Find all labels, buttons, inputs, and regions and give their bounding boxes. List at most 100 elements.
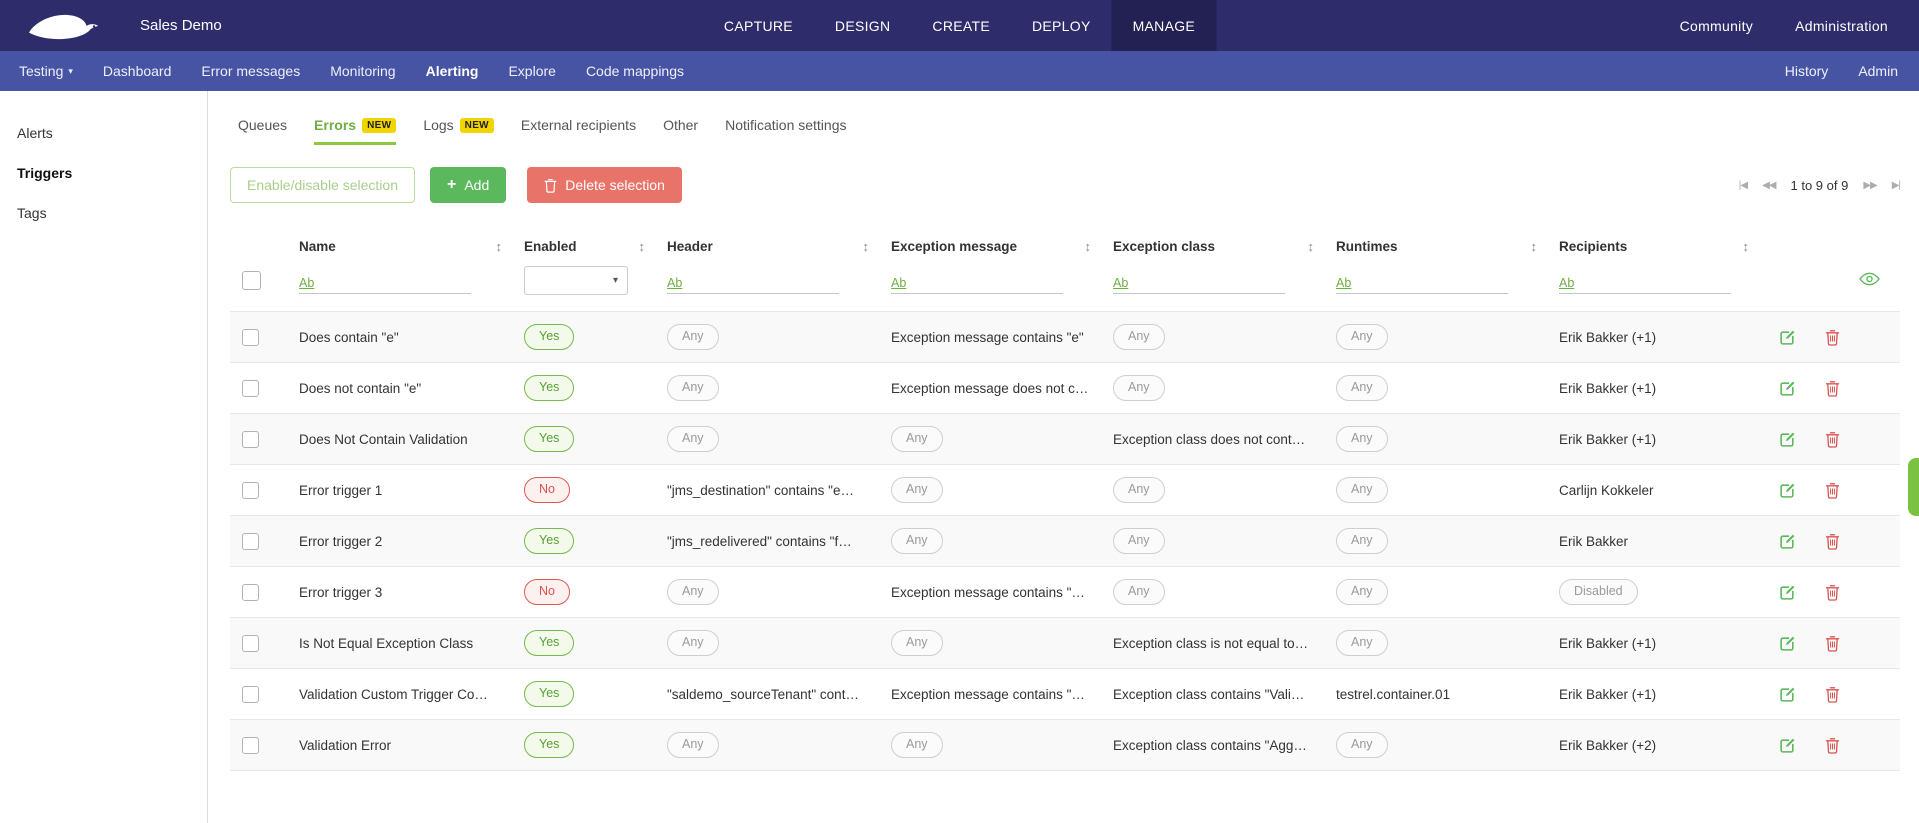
sort-icon[interactable]: ↕ <box>639 239 646 254</box>
delete-icon[interactable] <box>1825 737 1840 754</box>
filter-input-header[interactable] <box>689 275 839 293</box>
cell-exception-class: Exception class contains "Vali… <box>1103 669 1326 720</box>
subnav-monitoring[interactable]: Monitoring <box>315 51 410 91</box>
tab-queues[interactable]: Queues <box>238 117 287 145</box>
sort-icon[interactable]: ↕ <box>496 239 503 254</box>
top-menu-manage[interactable]: MANAGE <box>1111 0 1217 51</box>
row-checkbox[interactable] <box>242 379 259 397</box>
edit-icon[interactable] <box>1779 482 1796 499</box>
row-checkbox[interactable] <box>242 532 259 550</box>
delete-icon[interactable] <box>1825 380 1840 397</box>
cell-enabled: No <box>514 465 657 516</box>
subnav-label: Testing <box>19 63 64 79</box>
sidebar-item-triggers[interactable]: Triggers <box>0 153 207 193</box>
tab-notification-settings[interactable]: Notification settings <box>725 117 846 145</box>
top-menu-create[interactable]: CREATE <box>911 0 1011 51</box>
delete-icon[interactable] <box>1825 431 1840 448</box>
row-checkbox[interactable] <box>242 583 259 601</box>
filter-mode-link[interactable]: Ab <box>1559 276 1574 293</box>
sort-icon[interactable]: ↕ <box>1743 239 1750 254</box>
col-header-exception-message: Exception message ↕ <box>881 227 1103 258</box>
sort-icon[interactable]: ↕ <box>1531 239 1538 254</box>
row-checkbox[interactable] <box>242 685 259 703</box>
enabled-filter-select[interactable]: ▾ <box>524 266 628 295</box>
any-pill: Any <box>891 528 943 554</box>
top-menu-deploy[interactable]: DEPLOY <box>1011 0 1112 51</box>
filter-mode-link[interactable]: Ab <box>1336 276 1351 293</box>
sort-icon[interactable]: ↕ <box>1308 239 1315 254</box>
column-visibility-eye-icon[interactable] <box>1859 272 1880 286</box>
filter-mode-link[interactable]: Ab <box>299 276 314 293</box>
select-all-checkbox[interactable] <box>242 271 261 290</box>
top-menu-community[interactable]: Community <box>1659 0 1775 51</box>
first-page-button[interactable]: |◀ <box>1739 180 1748 191</box>
top-menu-administration[interactable]: Administration <box>1774 0 1909 51</box>
edge-scroll-handle[interactable] <box>1908 458 1919 516</box>
subnav-label: Code mappings <box>585 63 684 79</box>
filter-input-runtimes[interactable] <box>1358 275 1508 293</box>
subnav-dashboard[interactable]: Dashboard <box>88 51 187 91</box>
row-checkbox[interactable] <box>242 430 259 448</box>
edit-icon[interactable] <box>1779 329 1796 346</box>
col-label: Enabled <box>524 239 577 254</box>
subnav-explore[interactable]: Explore <box>493 51 570 91</box>
last-page-button[interactable]: ▶| <box>1892 180 1901 191</box>
brand-title: Sales Demo <box>140 17 222 34</box>
top-menu-capture[interactable]: CAPTURE <box>703 0 814 51</box>
add-button[interactable]: + Add <box>430 167 507 203</box>
subnav-alerting[interactable]: Alerting <box>411 51 494 91</box>
sidebar-item-alerts[interactable]: Alerts <box>0 113 207 153</box>
tab-errors[interactable]: Errors NEW <box>314 117 397 145</box>
tab-external-recipients[interactable]: External recipients <box>521 117 636 145</box>
filter-input-name[interactable] <box>321 275 471 293</box>
tab-logs[interactable]: Logs NEW <box>423 117 494 145</box>
edit-icon[interactable] <box>1779 635 1796 652</box>
any-pill: Any <box>667 324 719 350</box>
row-checkbox[interactable] <box>242 634 259 652</box>
edit-icon[interactable] <box>1779 533 1796 550</box>
filter-input-recipients[interactable] <box>1581 275 1731 293</box>
edit-icon[interactable] <box>1779 380 1796 397</box>
delete-icon[interactable] <box>1825 329 1840 346</box>
filter-mode-link[interactable]: Ab <box>1113 276 1128 293</box>
subnav-admin[interactable]: Admin <box>1843 51 1913 91</box>
row-checkbox[interactable] <box>242 481 259 499</box>
filter-input-exception-class[interactable] <box>1135 275 1285 293</box>
row-checkbox[interactable] <box>242 328 259 346</box>
any-pill: Any <box>1336 732 1388 758</box>
brand-logo[interactable] <box>22 6 106 46</box>
edit-icon[interactable] <box>1779 686 1796 703</box>
cell-recipients: Erik Bakker (+1) <box>1549 669 1761 720</box>
edit-icon[interactable] <box>1779 431 1796 448</box>
filter-mode-link[interactable]: Ab <box>667 276 682 293</box>
filter-box-exception-message: Ab <box>891 268 1063 294</box>
enable-disable-selection-button[interactable]: Enable/disable selection <box>230 167 415 203</box>
cell-exception-message: Exception message contains "e" <box>881 312 1103 363</box>
tab-other[interactable]: Other <box>663 117 698 145</box>
subnav-history[interactable]: History <box>1770 51 1844 91</box>
sidebar-item-tags[interactable]: Tags <box>0 193 207 233</box>
edit-icon[interactable] <box>1779 737 1796 754</box>
delete-selection-button[interactable]: Delete selection <box>527 167 682 203</box>
delete-icon[interactable] <box>1825 635 1840 652</box>
trigger-name: Error trigger 1 <box>299 482 383 498</box>
delete-icon[interactable] <box>1825 482 1840 499</box>
delete-icon[interactable] <box>1825 686 1840 703</box>
filter-input-exception-message[interactable] <box>913 275 1063 293</box>
sort-icon[interactable]: ↕ <box>1085 239 1092 254</box>
delete-icon[interactable] <box>1825 533 1840 550</box>
subnav-testing[interactable]: Testing ▾ <box>4 51 88 91</box>
enabled-pill: No <box>524 579 570 605</box>
row-checkbox[interactable] <box>242 736 259 754</box>
sort-icon[interactable]: ↕ <box>863 239 870 254</box>
delete-icon[interactable] <box>1825 584 1840 601</box>
cell-text: Exception message contains "e" <box>891 329 1084 345</box>
top-menu: CAPTURE DESIGN CREATE DEPLOY MANAGE <box>703 0 1217 51</box>
next-page-button[interactable]: ▶▶ <box>1863 180 1877 191</box>
subnav-error-messages[interactable]: Error messages <box>186 51 315 91</box>
prev-page-button[interactable]: ◀◀ <box>1762 180 1776 191</box>
edit-icon[interactable] <box>1779 584 1796 601</box>
top-menu-design[interactable]: DESIGN <box>814 0 911 51</box>
filter-mode-link[interactable]: Ab <box>891 276 906 293</box>
subnav-code-mappings[interactable]: Code mappings <box>571 51 699 91</box>
